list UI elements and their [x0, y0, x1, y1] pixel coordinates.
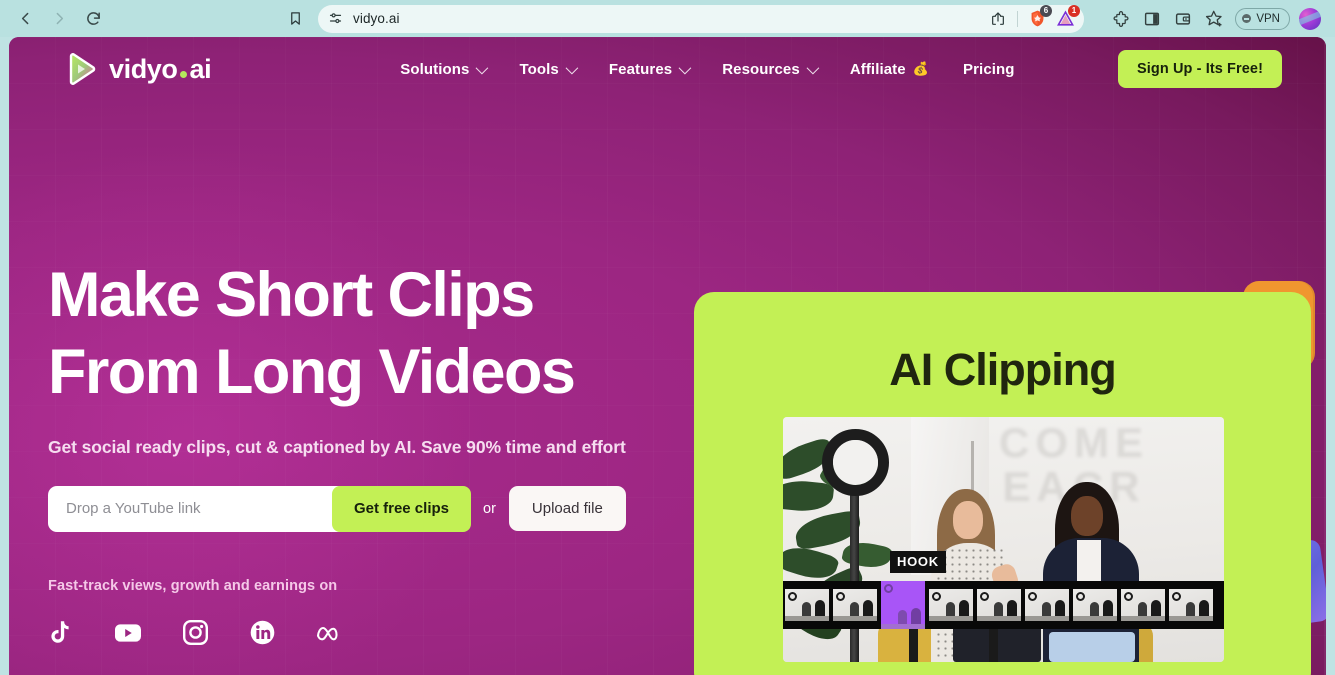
- url-text[interactable]: vidyo.ai: [353, 11, 985, 26]
- extension-puzzle-icon[interactable]: [1107, 5, 1135, 33]
- chevron-down-icon: [806, 61, 820, 74]
- nav-label: Solutions: [400, 60, 470, 78]
- hero-subtitle: Get social ready clips, cut & captioned …: [48, 436, 626, 457]
- reload-icon[interactable]: [78, 4, 108, 34]
- vpn-toggle[interactable]: VPN: [1235, 7, 1290, 30]
- upload-file-button[interactable]: Upload file: [508, 486, 626, 532]
- chevron-down-icon: [565, 61, 579, 74]
- linkedin-icon[interactable]: [249, 620, 275, 646]
- divider: [1017, 10, 1018, 27]
- chevron-down-icon: [678, 61, 692, 74]
- logo-dot-icon: [179, 70, 187, 78]
- hero-cta-form: Get free clips or Upload file: [48, 485, 688, 532]
- vpn-status-dot: [1242, 14, 1252, 23]
- toolbar-right-actions: VPN: [1107, 5, 1325, 33]
- filmstrip-frame[interactable]: [1025, 589, 1069, 621]
- logo-text-secondary: ai: [189, 53, 212, 84]
- showcase-cards: AI Clipping COME EACR: [649, 267, 1326, 675]
- nav-item-features[interactable]: Features: [608, 60, 692, 78]
- page-title: Make Short Clips From Long Videos: [48, 257, 688, 411]
- ai-clipping-card[interactable]: AI Clipping COME EACR: [694, 292, 1311, 675]
- filmstrip-frame[interactable]: [929, 589, 973, 621]
- timeline-filmstrip[interactable]: [783, 581, 1224, 629]
- card-title: AI Clipping: [889, 344, 1116, 395]
- meta-icon[interactable]: [316, 620, 342, 646]
- logo-wordmark: vidyo ai: [109, 53, 212, 85]
- brave-rewards-star-icon[interactable]: [1200, 5, 1228, 33]
- nav-item-resources[interactable]: Resources: [722, 60, 820, 78]
- filmstrip-frame[interactable]: [1121, 589, 1165, 621]
- or-separator-label: or: [483, 500, 496, 517]
- money-bag-icon: 💰: [912, 61, 930, 76]
- brave-wallet-icon[interactable]: [1169, 5, 1197, 33]
- sidebar-panel-icon[interactable]: [1138, 5, 1166, 33]
- play-triangle-logo-icon: [64, 52, 98, 86]
- video-preview[interactable]: COME EACR: [783, 417, 1224, 662]
- filmstrip-frame[interactable]: [1169, 589, 1213, 621]
- brave-shield-icon[interactable]: 6: [1024, 4, 1052, 32]
- nav-label: Resources: [722, 60, 800, 78]
- ring-light-inner: [833, 440, 878, 485]
- wall-signage-line-1: COME: [999, 419, 1149, 466]
- site-logo[interactable]: vidyo ai: [64, 52, 212, 86]
- warning-triangle-icon[interactable]: 1: [1052, 4, 1080, 32]
- social-platform-icons: [48, 620, 688, 646]
- tiktok-icon[interactable]: [48, 620, 74, 646]
- youtube-link-field-wrapper: Get free clips: [48, 485, 471, 532]
- address-bar[interactable]: vidyo.ai 6 1: [318, 4, 1084, 33]
- logo-text-primary: vidyo: [109, 53, 178, 84]
- browser-toolbar: vidyo.ai 6 1 VPN: [0, 0, 1335, 37]
- share-icon[interactable]: [985, 6, 1011, 32]
- back-arrow-icon[interactable]: [10, 4, 40, 34]
- get-free-clips-button[interactable]: Get free clips: [331, 485, 471, 532]
- hero-content: Make Short Clips From Long Videos Get so…: [48, 257, 688, 646]
- nav-item-tools[interactable]: Tools: [519, 60, 579, 78]
- vpn-label: VPN: [1256, 12, 1280, 25]
- signup-button[interactable]: Sign Up - Its Free!: [1118, 50, 1282, 88]
- bookmark-icon[interactable]: [280, 4, 310, 34]
- nav-label: Features: [608, 60, 673, 78]
- person-right: [1031, 482, 1161, 662]
- caption-hook-label: HOOK: [890, 551, 946, 573]
- filmstrip-frame-selected[interactable]: [881, 581, 925, 629]
- address-bar-actions: 6 1: [985, 4, 1080, 32]
- main-navigation: Solutions Tools Features Resources Affil…: [400, 61, 1014, 78]
- filmstrip-frame[interactable]: [977, 589, 1021, 621]
- filmstrip-frame[interactable]: [785, 589, 829, 621]
- warning-count-badge: 1: [1068, 4, 1080, 17]
- nav-item-affiliate[interactable]: Affiliate 💰: [850, 61, 929, 78]
- page-viewport: vidyo ai Solutions Tools Features Resour…: [9, 37, 1326, 675]
- filmstrip-frame[interactable]: [833, 589, 877, 621]
- site-settings-sliders-icon[interactable]: [328, 11, 343, 26]
- nav-item-solutions[interactable]: Solutions: [400, 60, 489, 78]
- hero-title-line-1: Make Short Clips: [48, 260, 535, 330]
- site-header: vidyo ai Solutions Tools Features Resour…: [9, 37, 1326, 101]
- nav-label: Pricing: [963, 60, 1015, 78]
- youtube-icon[interactable]: [115, 620, 141, 646]
- shield-count-badge: 6: [1040, 4, 1052, 17]
- navigation-buttons: [10, 4, 108, 34]
- filmstrip-frame[interactable]: [1073, 589, 1117, 621]
- nav-label: Affiliate: [849, 60, 906, 78]
- profile-avatar-icon[interactable]: [1299, 7, 1321, 30]
- nav-item-pricing[interactable]: Pricing: [963, 61, 1015, 78]
- chevron-down-icon: [476, 61, 489, 74]
- instagram-icon[interactable]: [182, 620, 208, 646]
- forward-arrow-icon[interactable]: [44, 4, 74, 34]
- fast-track-label: Fast-track views, growth and earnings on: [48, 577, 338, 594]
- hero-title-line-2: From Long Videos: [48, 336, 576, 407]
- ring-light-pole: [850, 495, 859, 662]
- nav-label: Tools: [519, 60, 559, 78]
